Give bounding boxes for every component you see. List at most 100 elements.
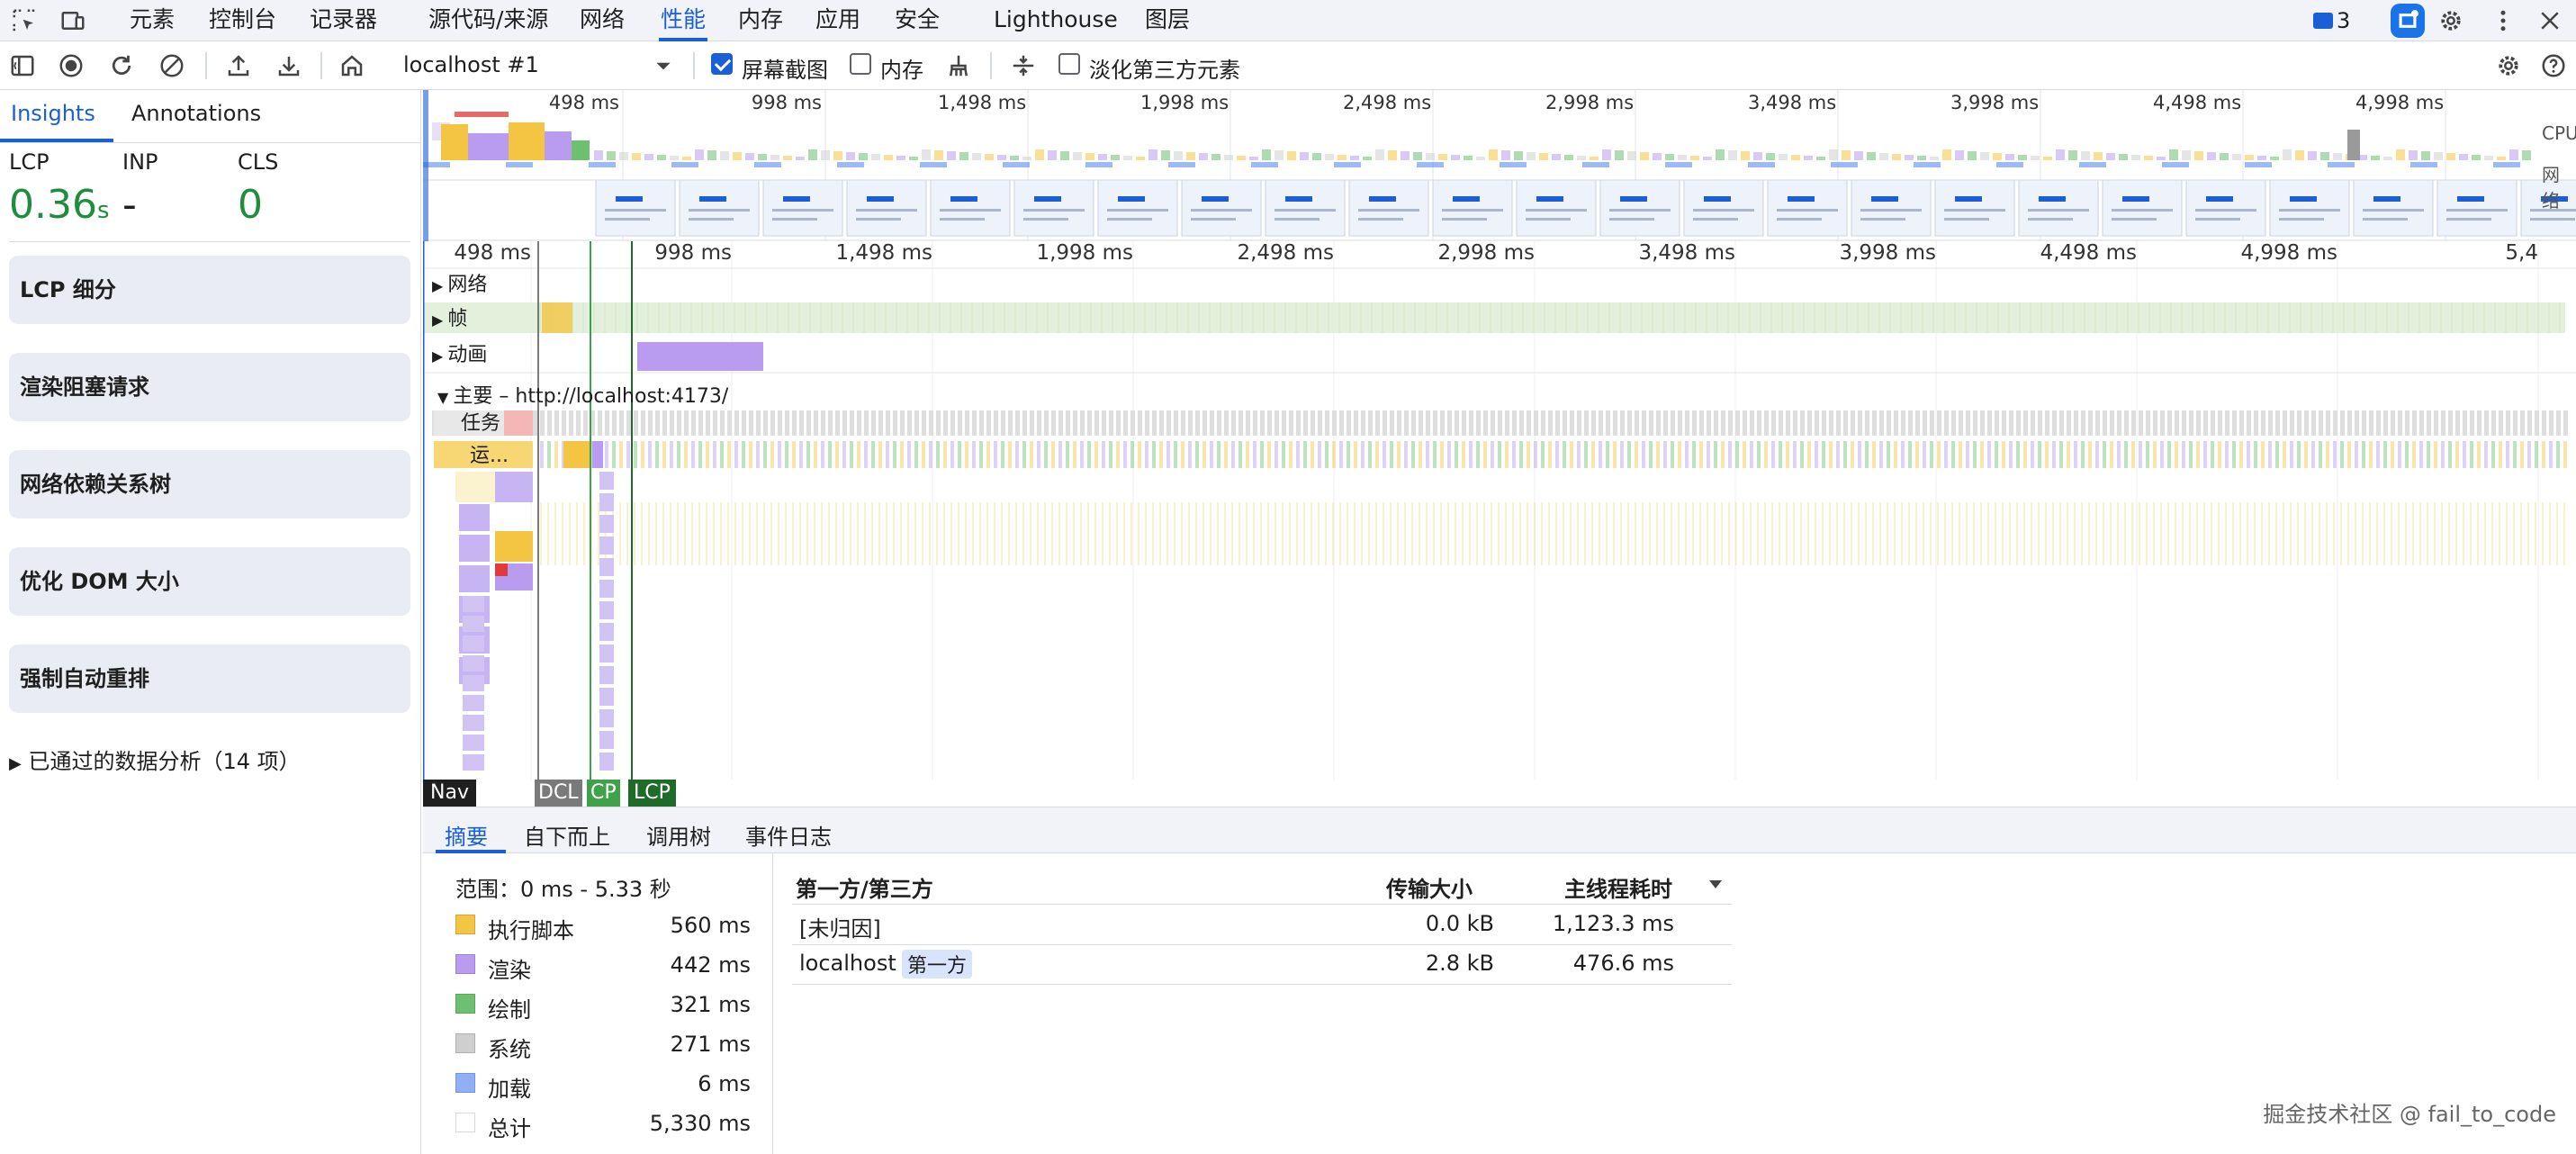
track-network[interactable]: ▶ 网络 xyxy=(432,268,487,297)
issues-counter[interactable]: 3 xyxy=(2313,7,2350,34)
range-handle-left[interactable] xyxy=(423,90,428,241)
tab-application[interactable]: 应用 xyxy=(815,0,860,41)
sort-desc-icon[interactable] xyxy=(1705,873,1726,900)
script-sliver xyxy=(634,502,635,565)
device-toolbar-icon[interactable] xyxy=(58,5,88,36)
filmstrip-frame-content xyxy=(1609,218,1654,221)
filmstrip-frame-content xyxy=(867,196,894,202)
home-icon[interactable] xyxy=(337,50,367,81)
collapse-tracks-icon[interactable] xyxy=(1008,50,1039,81)
marker-dcl[interactable]: DCL xyxy=(535,780,582,807)
tab-lighthouse[interactable]: Lighthouse xyxy=(994,0,1118,41)
script-sliver xyxy=(1130,502,1132,565)
task-sliver xyxy=(2441,410,2445,436)
track-main-thread[interactable]: ▼ 主要 – http://localhost:4173/ xyxy=(437,380,728,409)
cpu-sample xyxy=(972,153,981,160)
reload-record-icon[interactable] xyxy=(106,50,137,81)
tab-recorder[interactable]: 记录器 xyxy=(310,0,377,41)
col-header-time[interactable]: 主线程耗时 xyxy=(1564,871,1672,903)
tick-label: 4,998 ms xyxy=(2240,241,2337,265)
memory-checkbox[interactable] xyxy=(850,53,871,75)
tab-call-tree[interactable]: 调用树 xyxy=(646,819,711,851)
run-sliver xyxy=(1354,441,1357,468)
run-entry-label[interactable]: 运... xyxy=(470,439,509,468)
target-select[interactable]: localhost #1 xyxy=(396,49,680,83)
passed-insights-toggle[interactable]: ▶ 已通过的数据分析（14 项） xyxy=(9,744,301,775)
col-header-party[interactable]: 第一方/第三方 xyxy=(796,871,933,903)
filmstrip-frame-content xyxy=(689,218,734,221)
download-icon[interactable] xyxy=(274,50,304,81)
marker-cp[interactable]: CP xyxy=(587,780,620,807)
cpu-sample xyxy=(1640,152,1649,160)
cpu-sample xyxy=(1262,149,1271,160)
filmstrip-frame-content xyxy=(2206,196,2233,202)
settings-gear-icon[interactable] xyxy=(2436,5,2466,36)
track-animations[interactable]: ▶ 动画 xyxy=(432,338,487,367)
record-icon[interactable] xyxy=(56,50,86,81)
run-sliver xyxy=(972,441,976,468)
task-sliver xyxy=(814,410,818,436)
filmstrip-frame-content xyxy=(1453,196,1480,202)
marker-lcp[interactable]: LCP xyxy=(628,780,676,807)
task-sliver xyxy=(2304,410,2309,436)
insight-optimize-dom-size[interactable]: 优化 DOM 大小 xyxy=(9,547,410,616)
tab-sources[interactable]: 源代码/来源 xyxy=(428,0,548,41)
main-thread-time: 1,123.3 ms xyxy=(1552,911,1674,936)
upload-icon[interactable] xyxy=(223,50,254,81)
help-icon[interactable] xyxy=(2538,50,2569,81)
script-sliver xyxy=(2275,502,2277,565)
cls-value[interactable]: 0 xyxy=(238,182,263,228)
tab-security[interactable]: 安全 xyxy=(895,0,940,41)
task-sliver xyxy=(857,410,861,436)
tab-performance[interactable]: 性能 xyxy=(659,0,708,41)
tab-event-log[interactable]: 事件日志 xyxy=(745,819,832,851)
tab-bottom-up[interactable]: 自下而上 xyxy=(524,819,610,851)
tab-insights[interactable]: Insights xyxy=(11,101,95,126)
script-sliver xyxy=(619,502,621,565)
tab-annotations[interactable]: Annotations xyxy=(131,101,261,126)
cpu-sample xyxy=(1098,154,1107,160)
insight-network-dependency-tree[interactable]: 网络依赖关系树 xyxy=(9,450,410,518)
tab-network[interactable]: 网络 xyxy=(580,0,625,41)
cpu-sample xyxy=(1413,152,1422,160)
timeline-overview[interactable]: 498 ms 998 ms 1,498 ms 1,998 ms 2,498 ms 2,99… xyxy=(423,90,2576,241)
track-frames[interactable]: ▶ 帧 xyxy=(432,302,467,331)
task-sliver xyxy=(2016,410,2021,436)
insight-lcp-breakdown[interactable]: LCP 细分 xyxy=(9,256,410,324)
inspect-element-icon[interactable] xyxy=(9,5,40,36)
script-sliver xyxy=(1447,502,1449,565)
lcp-value[interactable]: 0.36s xyxy=(9,182,110,228)
run-sliver xyxy=(1757,441,1761,468)
run-sliver xyxy=(1238,441,1242,468)
cpu-sample xyxy=(1879,153,1888,160)
tab-summary[interactable]: 摘要 xyxy=(445,819,488,851)
clear-icon[interactable] xyxy=(157,50,187,81)
task-entry-label[interactable]: 任务 xyxy=(461,407,500,436)
script-sliver xyxy=(1512,502,1514,565)
dim-third-party-checkbox[interactable] xyxy=(1058,53,1080,75)
broom-gc-icon[interactable] xyxy=(943,50,974,81)
capture-settings-gear-icon[interactable] xyxy=(2493,50,2524,81)
task-sliver xyxy=(662,410,667,436)
insight-forced-reflow[interactable]: 强制自动重排 xyxy=(9,645,410,713)
ai-assistant-icon[interactable] xyxy=(2391,4,2425,38)
tab-memory[interactable]: 内存 xyxy=(738,0,783,41)
timeline-main[interactable]: 498 ms 998 ms 1,498 ms 1,998 ms 2,498 ms 2,99… xyxy=(423,241,2576,807)
tab-layers[interactable]: 图层 xyxy=(1145,0,1190,41)
task-sliver xyxy=(2448,410,2453,436)
task-sliver xyxy=(835,410,840,436)
flame-entry xyxy=(599,472,614,490)
toggle-sidebar-icon[interactable] xyxy=(7,50,38,81)
cpu-sample xyxy=(1867,152,1876,160)
screenshot-checkbox[interactable] xyxy=(711,53,733,75)
script-sliver xyxy=(1858,502,1860,565)
task-sliver xyxy=(2218,410,2222,436)
col-header-size[interactable]: 传输大小 xyxy=(1386,871,1473,903)
marker-nav[interactable]: Nav xyxy=(423,780,476,807)
tab-elements[interactable]: 元素 xyxy=(130,0,175,41)
script-sliver xyxy=(799,502,801,565)
tab-console[interactable]: 控制台 xyxy=(209,0,276,41)
more-options-icon[interactable] xyxy=(2488,5,2518,36)
insight-render-blocking[interactable]: 渲染阻塞请求 xyxy=(9,353,410,421)
close-icon[interactable] xyxy=(2535,5,2565,36)
